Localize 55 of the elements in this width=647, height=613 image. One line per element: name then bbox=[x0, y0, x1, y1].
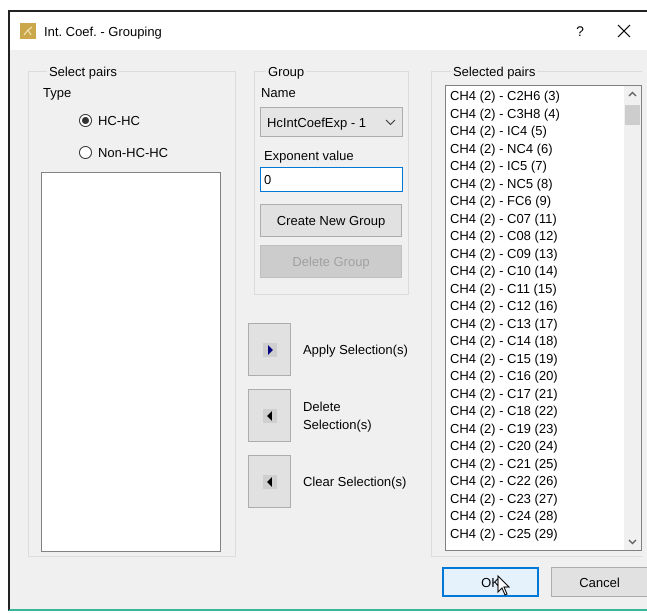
window-title: Int. Coef. - Grouping bbox=[44, 24, 163, 38]
close-icon[interactable] bbox=[617, 24, 631, 38]
list-item[interactable]: CH4 (2) - C19 (23) bbox=[450, 420, 624, 437]
scroll-thumb[interactable] bbox=[625, 105, 640, 125]
list-item[interactable]: CH4 (2) - C12 (16) bbox=[450, 297, 624, 314]
exponent-label: Exponent value bbox=[264, 148, 355, 163]
list-item[interactable]: CH4 (2) - FC6 (9) bbox=[450, 192, 624, 210]
list-item[interactable]: CH4 (2) - C10 (14) bbox=[450, 262, 624, 280]
exponent-field[interactable]: 0 bbox=[260, 167, 403, 192]
list-item[interactable]: CH4 (2) - C20 (24) bbox=[450, 437, 624, 454]
list-item[interactable]: CH4 (2) - IC5 (7) bbox=[450, 157, 624, 174]
list-item[interactable]: CH4 (2) - C11 (15) bbox=[450, 280, 624, 297]
list-item[interactable]: CH4 (2) - C3H8 (4) bbox=[450, 104, 624, 122]
list-item[interactable]: CH4 (2) - C22 (26) bbox=[450, 472, 624, 490]
scrollbar[interactable] bbox=[624, 86, 641, 550]
group-title: Selected pairs bbox=[452, 64, 536, 79]
name-label: Name bbox=[261, 85, 297, 100]
list-item[interactable]: CH4 (2) - C17 (21) bbox=[450, 384, 624, 402]
list-item[interactable]: CH4 (2) - C2H6 (3) bbox=[450, 87, 624, 104]
type-label: Type bbox=[43, 85, 72, 100]
list-item[interactable]: CH4 (2) - C23 (27) bbox=[450, 490, 624, 507]
list-item[interactable]: CH4 (2) - C16 (20) bbox=[450, 367, 624, 384]
list-item[interactable]: CH4 (2) - C07 (11) bbox=[450, 210, 624, 227]
group-title: Select pairs bbox=[48, 64, 118, 79]
list-item[interactable]: CH4 (2) - C13 (17) bbox=[450, 314, 624, 332]
list-item[interactable]: CH4 (2) - C14 (18) bbox=[450, 332, 624, 350]
list-item[interactable]: CH4 (2) - IC4 (5) bbox=[450, 122, 624, 140]
list-item[interactable]: CH4 (2) - NC4 (6) bbox=[450, 140, 624, 157]
list-item[interactable]: CH4 (2) - C24 (28) bbox=[450, 507, 624, 524]
list-item[interactable]: CH4 (2) - C15 (19) bbox=[450, 350, 624, 367]
list-item[interactable]: CH4 (2) - C21 (25) bbox=[450, 454, 624, 472]
name-dropdown[interactable]: HcIntCoefExp - 1 bbox=[260, 107, 403, 137]
pairs-list[interactable] bbox=[41, 172, 221, 552]
arrow-button[interactable] bbox=[248, 389, 291, 442]
cursor-icon bbox=[497, 575, 511, 597]
arrow-button[interactable] bbox=[248, 323, 291, 376]
radio-button[interactable] bbox=[79, 146, 92, 158]
action-label: Apply Selection(s) bbox=[303, 340, 409, 358]
list-item[interactable]: CH4 (2) - C25 (29) bbox=[450, 524, 624, 542]
help-button[interactable]: ? bbox=[557, 23, 603, 39]
radio-label: Non-HC-HC bbox=[98, 144, 168, 160]
app-icon bbox=[20, 23, 36, 39]
list-item[interactable]: CH4 (2) - C09 (13) bbox=[450, 244, 624, 262]
group-button[interactable]: Create New Group bbox=[260, 204, 402, 237]
radio-label: HC-HC bbox=[98, 112, 140, 128]
dialog-button[interactable]: Cancel bbox=[551, 567, 647, 597]
group-title: Group bbox=[267, 64, 306, 79]
action-label: Clear Selection(s) bbox=[303, 472, 408, 490]
radio-button[interactable] bbox=[79, 114, 92, 126]
action-label: Delete Selection(s) bbox=[303, 398, 373, 434]
list-item[interactable]: CH4 (2) - NC5 (8) bbox=[450, 174, 624, 192]
arrow-button[interactable] bbox=[248, 455, 291, 508]
list-item[interactable]: CH4 (2) - C08 (12) bbox=[450, 227, 624, 244]
list-item[interactable]: CH4 (2) - C18 (22) bbox=[450, 402, 624, 420]
caret-icon bbox=[385, 118, 396, 126]
